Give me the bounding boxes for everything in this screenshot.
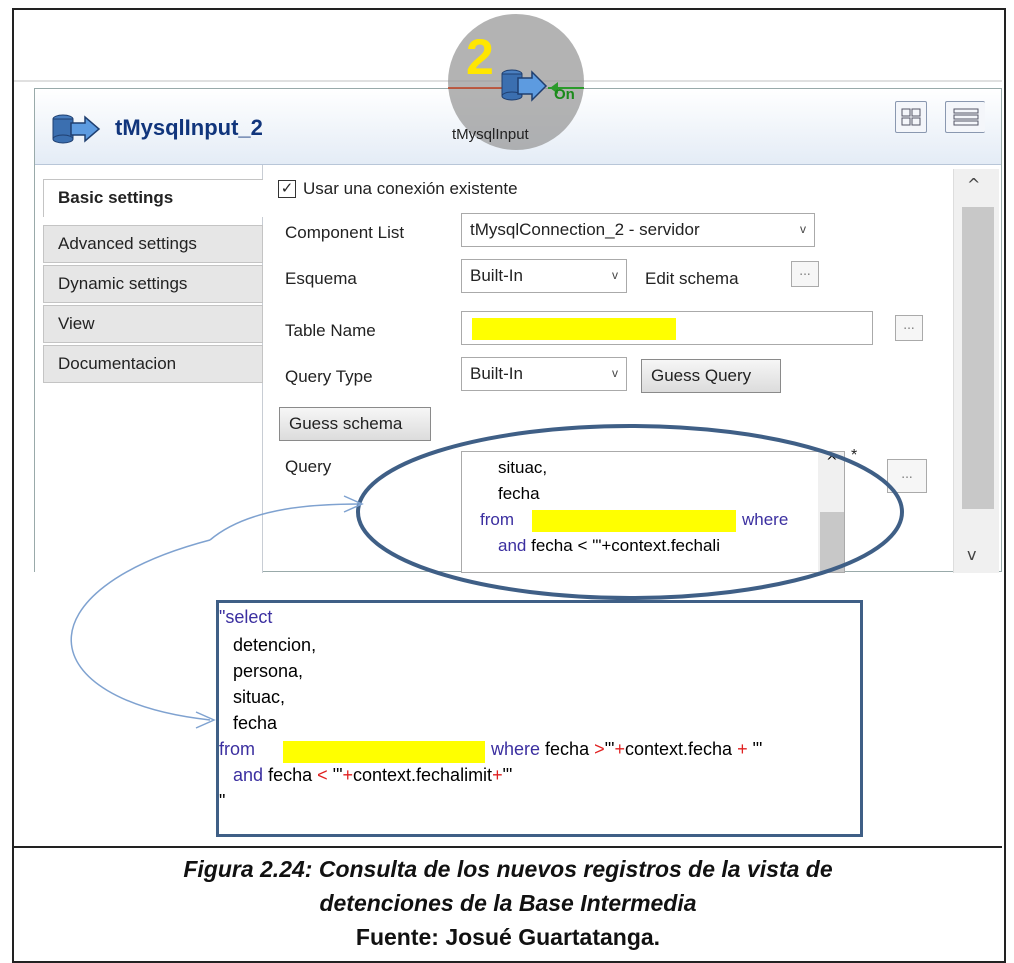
sql-line: situac, xyxy=(233,687,286,707)
sql-token: '" xyxy=(604,739,615,759)
sql-token: > xyxy=(594,739,605,759)
sql-line: and fecha < '"+context.fechalimit+"' xyxy=(233,765,512,786)
figure-caption-line1: Figura 2.24: Consulta de los nuevos regi… xyxy=(183,856,833,882)
sql-token: + xyxy=(492,765,503,785)
sql-line: persona, xyxy=(233,661,304,681)
sql-token: '" xyxy=(332,765,343,785)
sql-token: fecha xyxy=(545,739,590,759)
sql-token: fecha xyxy=(268,765,313,785)
redacted-source-view xyxy=(283,741,485,763)
sql-token: + xyxy=(737,739,748,759)
figure-caption-line2: detenciones de la Base Intermedia xyxy=(319,890,697,916)
callout-arrow-top xyxy=(209,503,361,541)
sql-token: + xyxy=(614,739,625,759)
sql-line: fecha xyxy=(233,713,278,733)
sql-token: + xyxy=(342,765,353,785)
sql-token: "' xyxy=(502,765,513,785)
sql-select: "select xyxy=(219,607,273,627)
sql-token: context.fecha xyxy=(624,739,733,759)
sql-line: "select xyxy=(219,607,272,628)
sql-token: context.fechalimit xyxy=(353,765,493,785)
sql-from: from xyxy=(219,739,255,759)
sql-line: " xyxy=(219,791,226,811)
sql-where: where xyxy=(491,739,541,759)
sql-line: from xyxy=(219,739,255,760)
caption-divider xyxy=(14,846,1002,848)
sql-token: < xyxy=(317,765,328,785)
callout-arrow-loop xyxy=(70,539,211,721)
sql-and: and xyxy=(233,765,264,785)
figure-source: Fuente: Josué Guartatanga. xyxy=(355,924,661,950)
sql-line: where fecha >'"+context.fecha + "' xyxy=(491,739,762,760)
sql-token: "' xyxy=(752,739,763,759)
sql-line: detencion, xyxy=(233,635,317,655)
query-callout-ellipse xyxy=(356,424,904,600)
zoomed-query-box: "select detencion, persona, situac, fech… xyxy=(216,600,863,837)
